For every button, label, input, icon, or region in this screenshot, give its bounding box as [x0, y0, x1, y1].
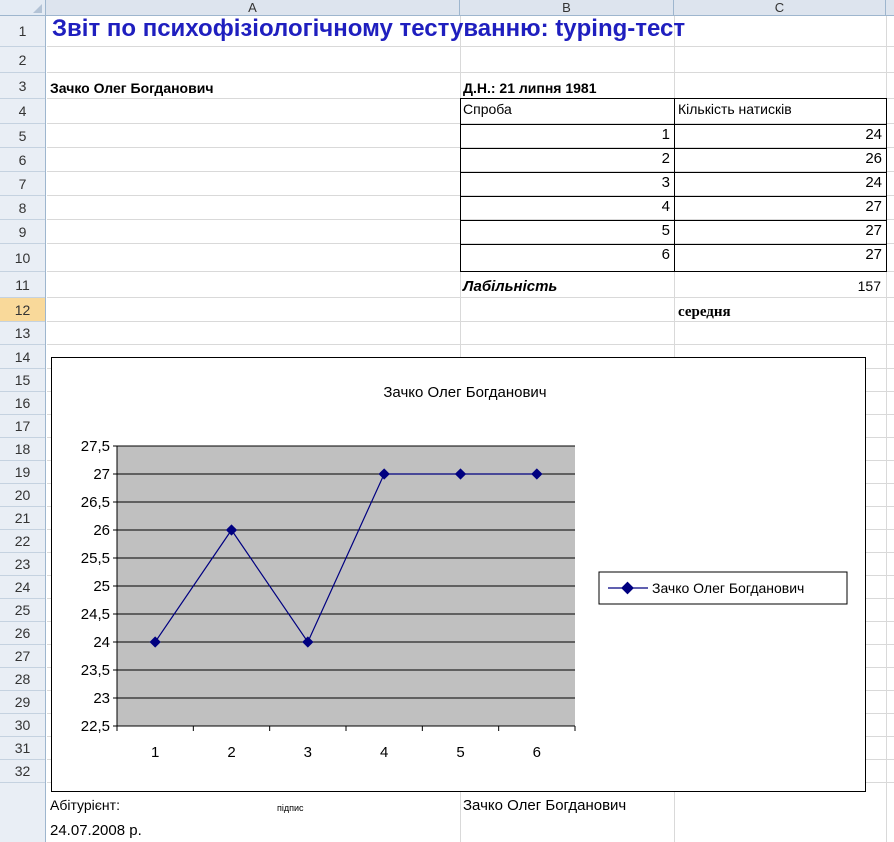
- row-header[interactable]: 16: [0, 392, 45, 415]
- x-tick-label: 5: [456, 744, 464, 761]
- row-header[interactable]: 5: [0, 124, 45, 148]
- column-header-c[interactable]: C: [674, 0, 886, 15]
- table-cell-count[interactable]: 24: [674, 126, 882, 143]
- y-tick-label: 27: [93, 466, 110, 483]
- row-header[interactable]: 17: [0, 415, 45, 438]
- chart-area[interactable]: Зачко Олег Богданович 27,5 27 26,5 26 25,5 25…: [51, 357, 866, 792]
- table-cell-attempt[interactable]: 5: [460, 222, 670, 239]
- table-cell-count[interactable]: 27: [674, 198, 882, 215]
- table-row-border: [460, 172, 887, 173]
- row-header[interactable]: 28: [0, 668, 45, 691]
- y-tick-label: 24: [93, 634, 110, 651]
- table-cell-attempt[interactable]: 2: [460, 150, 670, 167]
- row-header[interactable]: 4: [0, 99, 45, 124]
- y-tick-label: 25: [93, 578, 110, 595]
- row-header[interactable]: 25: [0, 599, 45, 622]
- select-all-corner[interactable]: [0, 0, 46, 15]
- row-header[interactable]: 23: [0, 553, 45, 576]
- table-row-border: [460, 220, 887, 221]
- row-header[interactable]: 31: [0, 737, 45, 760]
- table-row-border: [460, 124, 887, 125]
- cell-b10-lability-label[interactable]: Лабільність: [463, 278, 557, 295]
- table-cell-attempt[interactable]: 4: [460, 198, 670, 215]
- column-header-b[interactable]: B: [460, 0, 674, 15]
- row-header[interactable]: 24: [0, 576, 45, 599]
- row-header[interactable]: 7: [0, 172, 45, 196]
- table-cell-count[interactable]: 26: [674, 150, 882, 167]
- row-header[interactable]: 20: [0, 484, 45, 507]
- y-tick-label: 25,5: [81, 550, 110, 567]
- row-gridline: [47, 297, 894, 298]
- row-header[interactable]: 3: [0, 73, 45, 99]
- cell-b3-attempt-header[interactable]: Спроба: [463, 101, 512, 117]
- y-tick-label: 26,5: [81, 494, 110, 511]
- row-header[interactable]: 15: [0, 369, 45, 392]
- row-gridline: [47, 321, 894, 322]
- table-cell-count[interactable]: 24: [674, 174, 882, 191]
- row-header[interactable]: 32: [0, 760, 45, 783]
- row-header[interactable]: 6: [0, 148, 45, 172]
- x-tick-label: 2: [227, 744, 235, 761]
- row-header[interactable]: 9: [0, 220, 45, 244]
- row-header[interactable]: 12: [0, 298, 45, 322]
- table-row-border: [460, 196, 887, 197]
- y-tick-label: 22,5: [81, 718, 110, 735]
- y-tick-label: 27,5: [81, 438, 110, 455]
- row-gridline: [47, 72, 894, 73]
- y-tick-label: 24,5: [81, 606, 110, 623]
- report-title[interactable]: Звіт по психофізіологічному тестуванню: …: [52, 15, 685, 43]
- x-tick-label: 6: [533, 744, 541, 761]
- x-tick-label: 3: [304, 744, 312, 761]
- row-header[interactable]: 21: [0, 507, 45, 530]
- signature-label: підпис: [277, 803, 304, 813]
- table-cell-attempt[interactable]: 3: [460, 174, 670, 191]
- y-tick-label: 26: [93, 522, 110, 539]
- row-header[interactable]: 8: [0, 196, 45, 220]
- x-tick-label: 1: [151, 744, 159, 761]
- row-header[interactable]: 26: [0, 622, 45, 645]
- cell-c11-lability-level[interactable]: середня: [678, 304, 731, 321]
- chart-title: Зачко Олег Богданович: [383, 384, 546, 401]
- legend-series-label: Зачко Олег Богданович: [652, 580, 804, 596]
- table-cell-count[interactable]: 27: [674, 222, 882, 239]
- row-gridline: [47, 344, 894, 345]
- table-row-border: [460, 244, 887, 245]
- cell-b2-dob[interactable]: Д.Н.: 21 липня 1981: [463, 80, 597, 96]
- cell-c10-lability-value[interactable]: 157: [674, 278, 881, 294]
- row-header[interactable]: 14: [0, 346, 45, 369]
- row-header[interactable]: 2: [0, 47, 45, 73]
- table-cell-count[interactable]: 27: [674, 246, 882, 263]
- row-header[interactable]: 30: [0, 714, 45, 737]
- row-header[interactable]: 1: [0, 16, 45, 47]
- cell-b31-applicant-name[interactable]: Зачко Олег Богданович: [463, 797, 626, 814]
- row-header[interactable]: 19: [0, 461, 45, 484]
- x-tick-label: 4: [380, 744, 388, 761]
- cell-a31-applicant-label[interactable]: Абітурієнт:: [50, 797, 120, 813]
- row-header[interactable]: 18: [0, 438, 45, 461]
- y-tick-label: 23,5: [81, 662, 110, 679]
- row-header[interactable]: 27: [0, 645, 45, 668]
- line-chart: Зачко Олег Богданович 27,52726,52625,525…: [81, 384, 848, 761]
- cell-c3-count-header[interactable]: Кількість натисків: [678, 101, 792, 117]
- row-header[interactable]: 22: [0, 530, 45, 553]
- row-header[interactable]: 11: [0, 272, 45, 298]
- cell-a2-name[interactable]: Зачко Олег Богданович: [50, 80, 213, 96]
- row-header[interactable]: 13: [0, 322, 45, 345]
- table-cell-attempt[interactable]: 6: [460, 246, 670, 263]
- row-gridline: [47, 46, 894, 47]
- row-header[interactable]: 29: [0, 691, 45, 714]
- row-header[interactable]: 10: [0, 244, 45, 272]
- column-header-a[interactable]: A: [46, 0, 460, 15]
- y-tick-label: 23: [93, 690, 110, 707]
- table-cell-attempt[interactable]: 1: [460, 126, 670, 143]
- table-row-border: [460, 148, 887, 149]
- cell-a32-date[interactable]: 24.07.2008 р.: [50, 822, 142, 839]
